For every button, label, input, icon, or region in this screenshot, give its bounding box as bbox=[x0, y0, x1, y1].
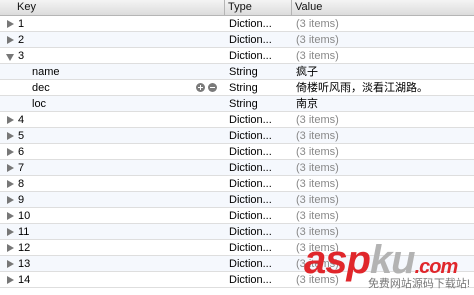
row-key: 10 bbox=[18, 210, 31, 222]
row-type[interactable]: Diction... bbox=[229, 16, 272, 32]
row-value: (3 items) bbox=[296, 274, 339, 286]
row-key: 8 bbox=[18, 178, 25, 190]
row-type[interactable]: Diction... bbox=[229, 112, 272, 128]
row-key[interactable]: dec bbox=[32, 80, 50, 96]
table-row[interactable]: 7 Diction... (3 items) bbox=[0, 160, 474, 176]
remove-row-icon[interactable] bbox=[208, 83, 217, 92]
row-type[interactable]: Diction... bbox=[229, 128, 272, 144]
disclosure-triangle-icon[interactable] bbox=[7, 20, 14, 28]
table-row[interactable]: 1 Diction... (3 items) bbox=[0, 16, 474, 32]
row-type[interactable]: Diction... bbox=[229, 48, 272, 64]
row-value[interactable]: 疯子 bbox=[296, 64, 318, 80]
row-type[interactable]: Diction... bbox=[229, 272, 272, 288]
row-type[interactable]: Diction... bbox=[229, 192, 272, 208]
row-value: (3 items) bbox=[296, 114, 339, 126]
table-row[interactable]: 3 Diction... (3 items) bbox=[0, 48, 474, 64]
disclosure-triangle-icon[interactable] bbox=[7, 180, 14, 188]
row-key: 2 bbox=[18, 34, 25, 46]
add-row-icon[interactable] bbox=[196, 83, 205, 92]
disclosure-triangle-icon[interactable] bbox=[7, 196, 14, 204]
table-row[interactable]: 6 Diction... (3 items) bbox=[0, 144, 474, 160]
row-key: 3 bbox=[18, 50, 25, 62]
header-key[interactable]: Key bbox=[0, 0, 225, 15]
table-row[interactable]: 11 Diction... (3 items) bbox=[0, 224, 474, 240]
row-key: 12 bbox=[18, 242, 31, 254]
row-value: (3 items) bbox=[296, 130, 339, 142]
row-type[interactable]: Diction... bbox=[229, 224, 272, 240]
row-value: (3 items) bbox=[296, 146, 339, 158]
disclosure-triangle-icon[interactable] bbox=[7, 116, 14, 124]
row-value: (3 items) bbox=[296, 226, 339, 238]
header-type[interactable]: Type bbox=[225, 0, 292, 15]
table-row[interactable]: 10 Diction... (3 items) bbox=[0, 208, 474, 224]
row-value: (3 items) bbox=[296, 162, 339, 174]
row-key: 6 bbox=[18, 146, 25, 158]
table-row[interactable]: 13 Diction... (3 items) bbox=[0, 256, 474, 272]
disclosure-triangle-icon[interactable] bbox=[7, 228, 14, 236]
row-key: 11 bbox=[18, 226, 30, 238]
row-key: 1 bbox=[18, 18, 25, 30]
row-value: (3 items) bbox=[296, 34, 339, 46]
row-type[interactable]: Diction... bbox=[229, 208, 272, 224]
row-key: 4 bbox=[18, 114, 25, 126]
row-value[interactable]: 南京 bbox=[296, 96, 318, 112]
column-header: Key Type Value bbox=[0, 0, 474, 16]
row-key: 7 bbox=[18, 162, 25, 174]
row-type[interactable]: Diction... bbox=[229, 176, 272, 192]
row-key: 14 bbox=[18, 274, 31, 286]
row-key[interactable]: name bbox=[32, 64, 60, 80]
disclosure-triangle-icon[interactable] bbox=[7, 212, 14, 220]
row-key: 13 bbox=[18, 258, 31, 270]
row-key: 5 bbox=[18, 130, 25, 142]
row-value: (3 items) bbox=[296, 194, 339, 206]
row-type[interactable]: String bbox=[229, 96, 258, 112]
row-value: (3 items) bbox=[296, 210, 339, 222]
table-row[interactable]: 9 Diction... (3 items) bbox=[0, 192, 474, 208]
disclosure-triangle-icon[interactable] bbox=[7, 36, 14, 44]
row-value: (3 items) bbox=[296, 258, 339, 270]
table-row[interactable]: name String 疯子 bbox=[0, 64, 474, 80]
table-row[interactable]: 12 Diction... (3 items) bbox=[0, 240, 474, 256]
plist-table: 1 Diction... (3 items) 2 Diction... (3 i… bbox=[0, 16, 474, 288]
row-type[interactable]: String bbox=[229, 80, 258, 96]
disclosure-triangle-icon[interactable] bbox=[7, 244, 14, 252]
disclosure-triangle-icon[interactable] bbox=[7, 260, 14, 268]
row-key[interactable]: loc bbox=[32, 96, 46, 112]
row-type[interactable]: Diction... bbox=[229, 240, 272, 256]
row-value[interactable]: 倚楼听风雨，淡看江湖路。 bbox=[296, 80, 428, 96]
row-key: 9 bbox=[18, 194, 25, 206]
row-type[interactable]: Diction... bbox=[229, 144, 272, 160]
row-value: (3 items) bbox=[296, 50, 339, 62]
row-value: (3 items) bbox=[296, 18, 339, 30]
table-row[interactable]: 8 Diction... (3 items) bbox=[0, 176, 474, 192]
table-row[interactable]: loc String 南京 bbox=[0, 96, 474, 112]
header-value[interactable]: Value bbox=[292, 0, 474, 15]
disclosure-triangle-icon[interactable] bbox=[7, 164, 14, 172]
disclosure-triangle-icon[interactable] bbox=[7, 276, 14, 284]
row-type[interactable]: Diction... bbox=[229, 32, 272, 48]
disclosure-triangle-icon[interactable] bbox=[7, 148, 14, 156]
row-value: (3 items) bbox=[296, 178, 339, 190]
table-row[interactable]: 4 Diction... (3 items) bbox=[0, 112, 474, 128]
table-row[interactable]: 5 Diction... (3 items) bbox=[0, 128, 474, 144]
row-type[interactable]: Diction... bbox=[229, 160, 272, 176]
row-type[interactable]: Diction... bbox=[229, 256, 272, 272]
table-row[interactable]: 2 Diction... (3 items) bbox=[0, 32, 474, 48]
disclosure-triangle-icon[interactable] bbox=[6, 54, 14, 61]
row-type[interactable]: String bbox=[229, 64, 258, 80]
row-value: (3 items) bbox=[296, 242, 339, 254]
table-row[interactable]: 14 Diction... (3 items) bbox=[0, 272, 474, 288]
disclosure-triangle-icon[interactable] bbox=[7, 132, 14, 140]
table-row[interactable]: dec String 倚楼听风雨，淡看江湖路。 bbox=[0, 80, 474, 96]
